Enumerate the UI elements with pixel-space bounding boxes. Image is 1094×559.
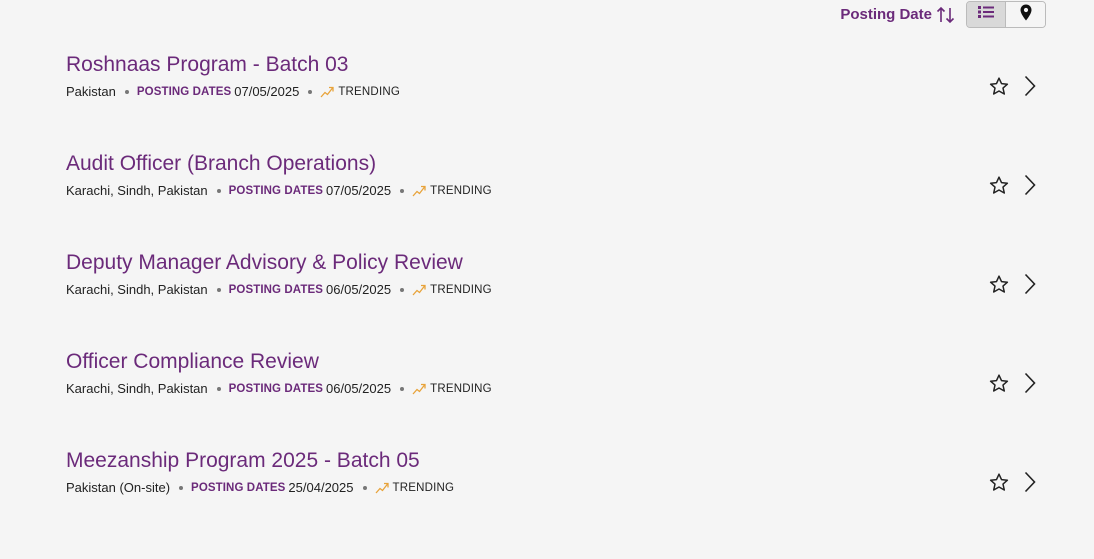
separator-dot: [216, 189, 221, 193]
job-location: Pakistan: [66, 84, 116, 99]
chevron-right-icon[interactable]: [1024, 75, 1036, 97]
job-meta: Karachi, Sindh, Pakistan POSTING DATES 0…: [66, 380, 1094, 398]
trending-label: TRENDING: [430, 284, 492, 296]
job-location: Pakistan (On-site): [66, 480, 171, 495]
chevron-right-icon[interactable]: [1024, 372, 1036, 394]
results-toolbar: Posting Date: [840, 0, 1046, 29]
separator-dot: [124, 90, 129, 94]
view-toggle: [966, 1, 1046, 28]
separator-dot: [400, 189, 405, 193]
separator-dot: [308, 90, 313, 94]
posting-dates-label: POSTING DATES: [191, 482, 286, 494]
separator-dot: [400, 288, 405, 292]
posting-date: 07/05/2025: [326, 183, 392, 198]
separator-dot: [179, 486, 184, 490]
star-icon[interactable]: [989, 175, 1009, 195]
map-pin-icon: [1020, 4, 1032, 26]
trending-label: TRENDING: [430, 185, 492, 197]
chevron-right-icon[interactable]: [1024, 471, 1036, 493]
job-item: Audit Officer (Branch Operations) Karach…: [0, 150, 1094, 249]
job-title-link[interactable]: Deputy Manager Advisory & Policy Review: [66, 249, 1094, 277]
job-actions: [989, 372, 1036, 394]
sort-label: Posting Date: [840, 6, 932, 23]
job-title-link[interactable]: Roshnaas Program - Batch 03: [66, 51, 1094, 79]
trending-label: TRENDING: [392, 482, 455, 494]
job-meta: Karachi, Sindh, Pakistan POSTING DATES 0…: [66, 281, 1094, 299]
star-icon[interactable]: [989, 76, 1009, 96]
star-icon[interactable]: [989, 472, 1009, 492]
job-actions: [989, 471, 1036, 493]
job-list: Roshnaas Program - Batch 03 Pakistan POS…: [0, 51, 1094, 546]
job-item: Deputy Manager Advisory & Policy Review …: [0, 249, 1094, 348]
job-actions: [989, 273, 1036, 295]
trending-icon: [412, 284, 426, 296]
job-item: Officer Compliance Review Karachi, Sindh…: [0, 348, 1094, 447]
sort-by-posting-date-button[interactable]: Posting Date: [840, 6, 956, 24]
job-title-link[interactable]: Meezanship Program 2025 - Batch 05: [66, 447, 1094, 475]
separator-dot: [362, 486, 367, 490]
job-location: Karachi, Sindh, Pakistan: [66, 381, 208, 396]
trending-icon: [412, 185, 426, 197]
trending-label: TRENDING: [430, 383, 492, 395]
posting-dates-label: POSTING DATES: [228, 383, 324, 395]
job-meta: Pakistan POSTING DATES 07/05/2025 TRENDI…: [66, 83, 1094, 101]
trending-icon: [375, 482, 389, 494]
posting-date: 25/04/2025: [288, 480, 354, 495]
chevron-right-icon[interactable]: [1024, 273, 1036, 295]
posting-dates-label: POSTING DATES: [136, 86, 232, 98]
job-actions: [989, 174, 1036, 196]
posting-date: 07/05/2025: [234, 84, 300, 99]
separator-dot: [216, 387, 221, 391]
job-title-link[interactable]: Officer Compliance Review: [66, 348, 1094, 376]
job-item: Roshnaas Program - Batch 03 Pakistan POS…: [0, 51, 1094, 150]
star-icon[interactable]: [989, 274, 1009, 294]
posting-dates-label: POSTING DATES: [228, 185, 324, 197]
posting-dates-label: POSTING DATES: [228, 284, 324, 296]
job-meta: Karachi, Sindh, Pakistan POSTING DATES 0…: [66, 182, 1094, 200]
list-view-button[interactable]: [967, 2, 1006, 27]
trending-icon: [412, 383, 426, 395]
posting-date: 06/05/2025: [326, 282, 392, 297]
job-actions: [989, 75, 1036, 97]
list-icon: [977, 4, 995, 25]
job-title-link[interactable]: Audit Officer (Branch Operations): [66, 150, 1094, 178]
job-item: Meezanship Program 2025 - Batch 05 Pakis…: [0, 447, 1094, 546]
job-meta: Pakistan (On-site) POSTING DATES 25/04/2…: [66, 479, 1094, 497]
separator-dot: [216, 288, 221, 292]
trending-label: TRENDING: [338, 86, 400, 98]
job-location: Karachi, Sindh, Pakistan: [66, 183, 208, 198]
job-location: Karachi, Sindh, Pakistan: [66, 282, 208, 297]
sort-arrows-icon: [936, 6, 956, 24]
separator-dot: [400, 387, 405, 391]
chevron-right-icon[interactable]: [1024, 174, 1036, 196]
star-icon[interactable]: [989, 373, 1009, 393]
posting-date: 06/05/2025: [326, 381, 392, 396]
map-view-button[interactable]: [1006, 2, 1045, 27]
trending-icon: [320, 86, 334, 98]
